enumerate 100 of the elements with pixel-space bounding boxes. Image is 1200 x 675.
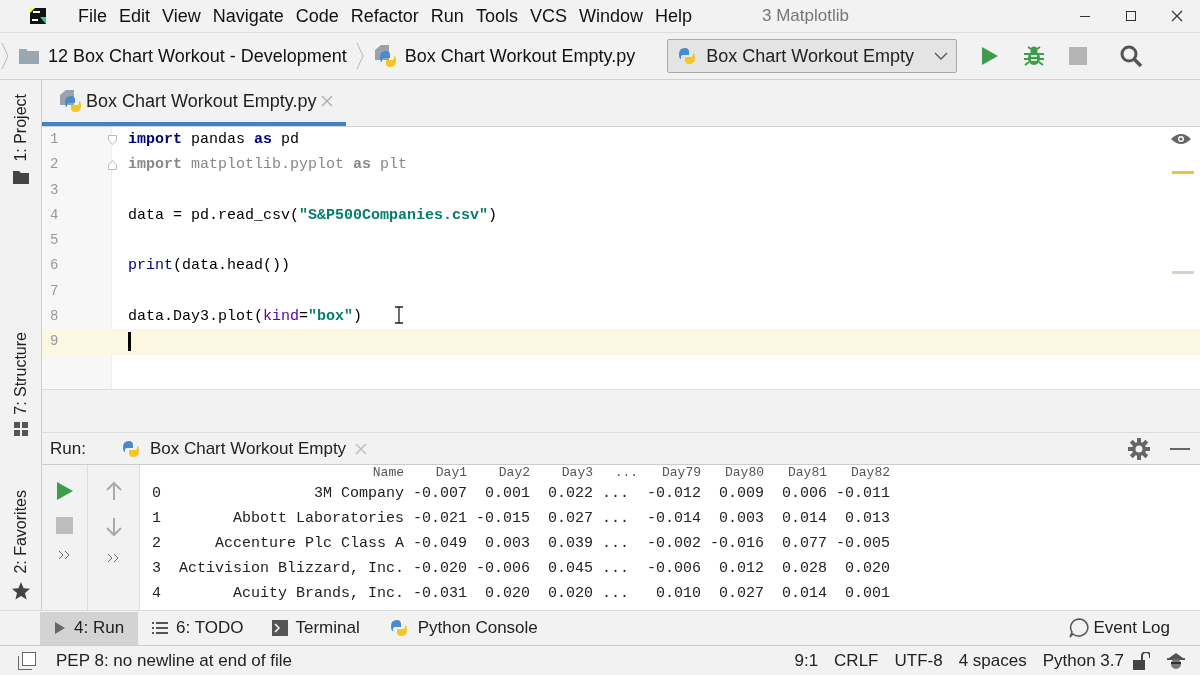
code-line: import matplotlib.pyplot as plt — [127, 155, 408, 176]
table-cell-text: 0.027 — [718, 584, 765, 605]
python-file-icon — [372, 44, 397, 68]
eye-icon[interactable] — [1170, 132, 1192, 146]
breadcrumb-item[interactable]: Box Chart Workout Empty.py — [404, 42, 636, 70]
table-cell-text: -0.031 — [412, 584, 468, 605]
table-cell-text: Acuity Brands, Inc. — [232, 584, 405, 605]
table-cell-text: ... — [601, 534, 631, 555]
table-cell-text: -0.007 — [412, 484, 468, 505]
star-icon — [11, 582, 30, 600]
menu-item[interactable]: Navigate — [206, 2, 290, 30]
table-cell-text: 0.022 — [547, 484, 594, 505]
menu-item[interactable]: VCS — [523, 2, 573, 30]
table-cell-text: 0.020 — [547, 584, 594, 605]
table-cell-text: 0.013 — [844, 509, 891, 530]
line-number: 3 — [49, 180, 60, 200]
more-icon[interactable] — [106, 553, 121, 564]
code-line: data.Day3.plot(kind="box") — [127, 307, 363, 328]
column-header: Day2 — [497, 465, 531, 482]
chevron-down-icon — [934, 51, 949, 61]
menu-item[interactable]: Tools — [469, 2, 524, 30]
table-cell-text: 0.003 — [718, 509, 765, 530]
tool-window-tab[interactable]: Python Console — [373, 611, 552, 645]
table-cell-text: -0.012 — [646, 484, 702, 505]
chevron-icon — [0, 41, 10, 71]
table-cell-text: -0.049 — [412, 534, 468, 555]
table-cell-text: -0.014 — [646, 509, 702, 530]
column-header: Day81 — [787, 465, 828, 482]
bug-icon[interactable] — [1023, 45, 1046, 67]
table-cell-text: 0.009 — [718, 484, 765, 505]
close-icon[interactable] — [1169, 8, 1185, 24]
list-icon — [152, 621, 169, 635]
row-index: 3 — [152, 559, 162, 580]
status-item[interactable]: Python 3.7 — [1034, 647, 1132, 674]
row-index: 0 — [152, 484, 162, 505]
table-cell-text: Accenture Plc Class A — [214, 534, 405, 555]
side-tab[interactable]: 2: Favorites — [8, 490, 33, 574]
window-title: 3 Matplotlib — [762, 5, 849, 28]
table-cell-text: 0.006 — [781, 484, 828, 505]
side-tab[interactable]: 7: Structure — [8, 331, 33, 415]
panel-toggle-icon[interactable] — [18, 651, 36, 670]
line-number: 6 — [49, 256, 60, 276]
row-index: 2 — [152, 534, 162, 555]
row-index: 1 — [152, 509, 162, 530]
menu-item[interactable]: Help — [648, 2, 698, 30]
status-item[interactable]: 9:1 — [786, 647, 827, 674]
column-header: Day3 — [560, 465, 594, 482]
table-cell-text: 0.027 — [547, 509, 594, 530]
table-cell-text: -0.015 — [475, 509, 531, 530]
table-cell-text: Activision Blizzard, Inc. — [178, 559, 405, 580]
inspector-icon[interactable] — [1166, 650, 1186, 671]
app-logo-icon[interactable] — [30, 8, 46, 24]
panel-title: Run: — [50, 438, 86, 461]
table-cell-text: -0.006 — [646, 559, 702, 580]
menu-item[interactable]: File — [72, 2, 113, 30]
column-header: Day79 — [661, 465, 702, 482]
menu-item[interactable]: Edit — [113, 2, 157, 30]
terminal-icon — [271, 620, 288, 636]
table-cell-text: 0.039 — [547, 534, 594, 555]
scroll-marker[interactable] — [1172, 271, 1194, 274]
unlock-icon[interactable] — [1132, 651, 1150, 670]
menu-item[interactable]: Refactor — [344, 2, 425, 30]
table-cell-text: 0.010 — [655, 584, 702, 605]
breadcrumb-item[interactable]: 12 Box Chart Workout - Development — [48, 42, 347, 70]
tool-window-tab[interactable]: 6: TODO — [138, 611, 258, 645]
status-message: PEP 8: no newline at end of file — [55, 649, 293, 672]
tool-window-tab[interactable]: 4: Run — [40, 611, 139, 645]
python-file-icon — [58, 89, 82, 113]
table-cell-text: 3M Company — [313, 484, 405, 505]
run-icon[interactable] — [981, 46, 1000, 66]
run-icon[interactable] — [55, 481, 74, 502]
tool-window-tab[interactable]: Terminal — [257, 611, 374, 645]
table-cell-text: Abbott Laboratories — [232, 509, 405, 530]
side-tab[interactable]: 1: Project — [8, 94, 33, 162]
run-tab[interactable]: Box Chart Workout Empty — [119, 436, 369, 462]
table-cell-text: 0.001 — [484, 484, 531, 505]
more-icon[interactable] — [57, 550, 72, 561]
status-item[interactable]: CRLF — [826, 647, 887, 674]
code-line: print(data.head()) — [127, 256, 291, 277]
menu-item[interactable]: Run — [424, 2, 470, 30]
table-cell-text: 0.014 — [781, 584, 828, 605]
menu-item[interactable]: Code — [289, 2, 345, 30]
settings-icon[interactable] — [1128, 437, 1150, 460]
line-number: 1 — [49, 130, 60, 149]
table-cell-text: ... — [601, 559, 631, 580]
event-log-button[interactable]: Event Log — [1055, 611, 1184, 645]
menu-item[interactable]: View — [156, 2, 207, 30]
search-icon[interactable] — [1119, 44, 1144, 68]
table-cell-text: 0.001 — [844, 584, 891, 605]
table-cell-text: 0.020 — [484, 584, 531, 605]
row-index: 4 — [152, 584, 162, 605]
warning-marker[interactable] — [1172, 171, 1194, 174]
maximize-icon[interactable] — [1123, 8, 1139, 24]
table-cell-text: 0.012 — [718, 559, 765, 580]
menu-item[interactable]: Window — [572, 2, 649, 30]
line-number: 5 — [49, 231, 60, 251]
run-configuration-dropdown[interactable]: Box Chart Workout Empty — [667, 39, 958, 73]
line-number: 8 — [49, 307, 60, 327]
status-item[interactable]: UTF-8 — [886, 647, 951, 674]
status-item[interactable]: 4 spaces — [950, 647, 1035, 674]
